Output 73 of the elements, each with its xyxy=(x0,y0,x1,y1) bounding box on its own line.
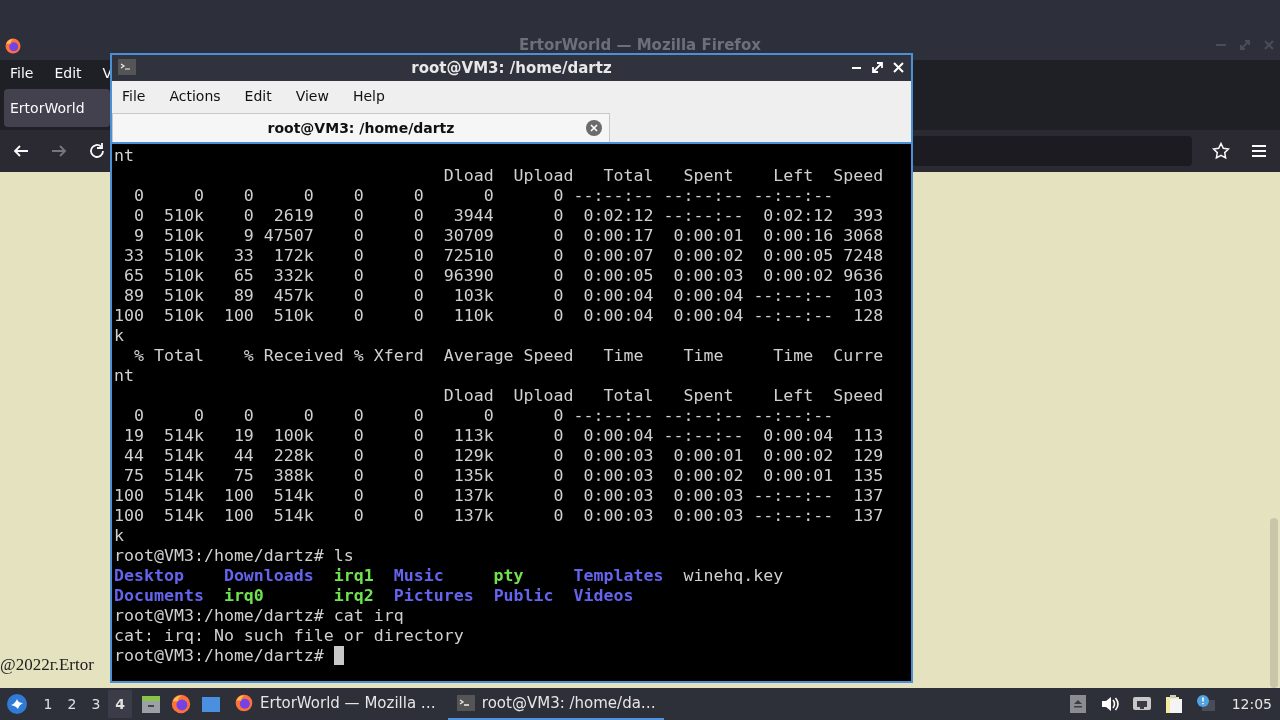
terminal-line: root@VM3:/home/dartz# cat irq xyxy=(114,606,404,626)
workspace-button[interactable]: 4 xyxy=(108,690,132,718)
workspace-button[interactable]: 3 xyxy=(84,690,108,718)
menu-icon[interactable] xyxy=(1250,142,1268,160)
file-name: winehq.key xyxy=(683,566,784,586)
directory-name: Desktop xyxy=(114,566,184,586)
terminal-line: Dload Upload Total Spent Left Speed xyxy=(442,166,884,186)
file-cabinet-icon[interactable] xyxy=(140,693,162,715)
terminal-line: k xyxy=(114,526,124,546)
terminal-line: 19 514k 19 100k 0 0 113k 0 0:00:04 --:--:-- 0:00:04 113 xyxy=(123,426,884,446)
directory-name: Videos xyxy=(573,586,634,606)
menu-item[interactable]: Edit xyxy=(244,88,272,104)
terminal-line: cat: irq: No such file or directory xyxy=(114,626,464,646)
terminal-line: Dload Upload Total Spent Left Speed xyxy=(442,386,884,406)
footer-text: @2022г.Ertor xyxy=(0,655,94,675)
star-icon[interactable] xyxy=(1212,142,1230,160)
scrollbar-thumb[interactable] xyxy=(1270,518,1278,688)
browser-logo-icon xyxy=(234,693,254,713)
maximize-icon[interactable] xyxy=(871,61,884,74)
menu-item[interactable]: Actions xyxy=(169,88,221,104)
terminal-line: 0 510k 0 2619 0 0 3944 0 0:02:12 --:--:-- 0:02:12 393 xyxy=(132,206,884,226)
terminal-line: 0 0 0 0 0 0 0 0 --:--:-- --:--:-- --:--:-- xyxy=(132,406,834,426)
terminal-line: 0 0 0 0 0 0 0 0 --:--:-- --:--:-- --:--:-- xyxy=(132,186,834,206)
terminal-line: % Total % Received % Xferd Average Speed Time Time Time Curre xyxy=(132,346,884,366)
directory-name: Downloads xyxy=(223,566,314,586)
workspace-button[interactable]: 1 xyxy=(36,690,60,718)
terminal-line: 100 514k 100 514k 0 0 137k 0 0:00:03 0:00:03 --:--:-- 137 xyxy=(114,506,884,526)
taskbar-task[interactable]: root@VM3: /home/da… xyxy=(447,688,664,720)
directory-name: Templates xyxy=(573,566,664,586)
executable-name: pty xyxy=(493,566,524,586)
executable-name: irq2 xyxy=(333,586,374,606)
menu-item[interactable]: File xyxy=(122,88,146,104)
directory-name: Documents xyxy=(114,586,204,606)
volume-icon[interactable] xyxy=(1099,694,1120,714)
clock[interactable]: 12:05 xyxy=(1231,696,1272,712)
notification-icon[interactable] xyxy=(1195,694,1216,714)
terminal-line: 44 514k 44 228k 0 0 129k 0 0:00:03 0:00:01 0:00:02 129 xyxy=(123,446,884,466)
executable-name: irq0 xyxy=(223,586,264,606)
executable-name: irq1 xyxy=(333,566,374,586)
terminal-icon xyxy=(455,693,476,713)
browser-logo-icon[interactable] xyxy=(170,693,192,715)
terminal-tab[interactable]: root@VM3: /home/dartz xyxy=(112,113,610,142)
terminal-line: 100 510k 100 510k 0 0 110k 0 0:00:04 0:00:04 --:--:-- 128 xyxy=(114,306,884,326)
menu-item[interactable]: Edit xyxy=(54,65,82,81)
terminal-line: nt xyxy=(114,366,134,386)
terminal-line: 65 510k 65 332k 0 0 96390 0 0:00:05 0:00:03 0:00:02 9636 xyxy=(123,266,884,286)
terminal-line: 9 510k 9 47507 0 0 30709 0 0:00:17 0:00:01 0:00:16 3068 xyxy=(132,226,884,246)
terminal-line: 33 510k 33 172k 0 0 72510 0 0:00:07 0:00:02 0:00:05 7248 xyxy=(123,246,884,266)
taskbar-task[interactable]: ErtorWorld — Mozilla … xyxy=(226,688,444,720)
browser-logo-icon xyxy=(4,37,22,55)
close-icon[interactable] xyxy=(585,119,603,137)
reload-icon[interactable] xyxy=(88,142,106,160)
terminal-line: root@VM3:/home/dartz# ls xyxy=(114,546,354,566)
close-icon[interactable] xyxy=(892,61,905,74)
browser-tab[interactable]: ErtorWorld xyxy=(4,89,110,127)
eject-icon[interactable] xyxy=(1067,694,1088,714)
workspace-button[interactable]: 2 xyxy=(60,690,84,718)
terminal-icon xyxy=(118,59,136,75)
menu-item[interactable]: File xyxy=(10,65,34,81)
terminal-line: nt xyxy=(114,146,134,166)
terminal-line: 100 514k 100 514k 0 0 137k 0 0:00:03 0:00:03 --:--:-- 137 xyxy=(114,486,884,506)
terminal-line: k xyxy=(114,326,124,346)
terminal-line: 75 514k 75 388k 0 0 135k 0 0:00:03 0:00:02 0:00:01 135 xyxy=(123,466,884,486)
terminal-line: root@VM3:/home/dartz# xyxy=(114,646,325,666)
clipboard-icon[interactable] xyxy=(1163,694,1184,714)
directory-name: Public xyxy=(493,586,554,606)
window-title: root@VM3: /home/dartz xyxy=(411,59,612,77)
window-title: ErtorWorld — Mozilla Firefox xyxy=(519,36,761,54)
directory-name: Music xyxy=(393,566,444,586)
terminal-line: 89 510k 89 457k 0 0 103k 0 0:00:04 0:00:04 --:--:-- 103 xyxy=(123,286,884,306)
menu-item[interactable]: View xyxy=(295,88,329,104)
menu-item[interactable]: Help xyxy=(352,88,385,104)
directory-name: Pictures xyxy=(393,586,474,606)
